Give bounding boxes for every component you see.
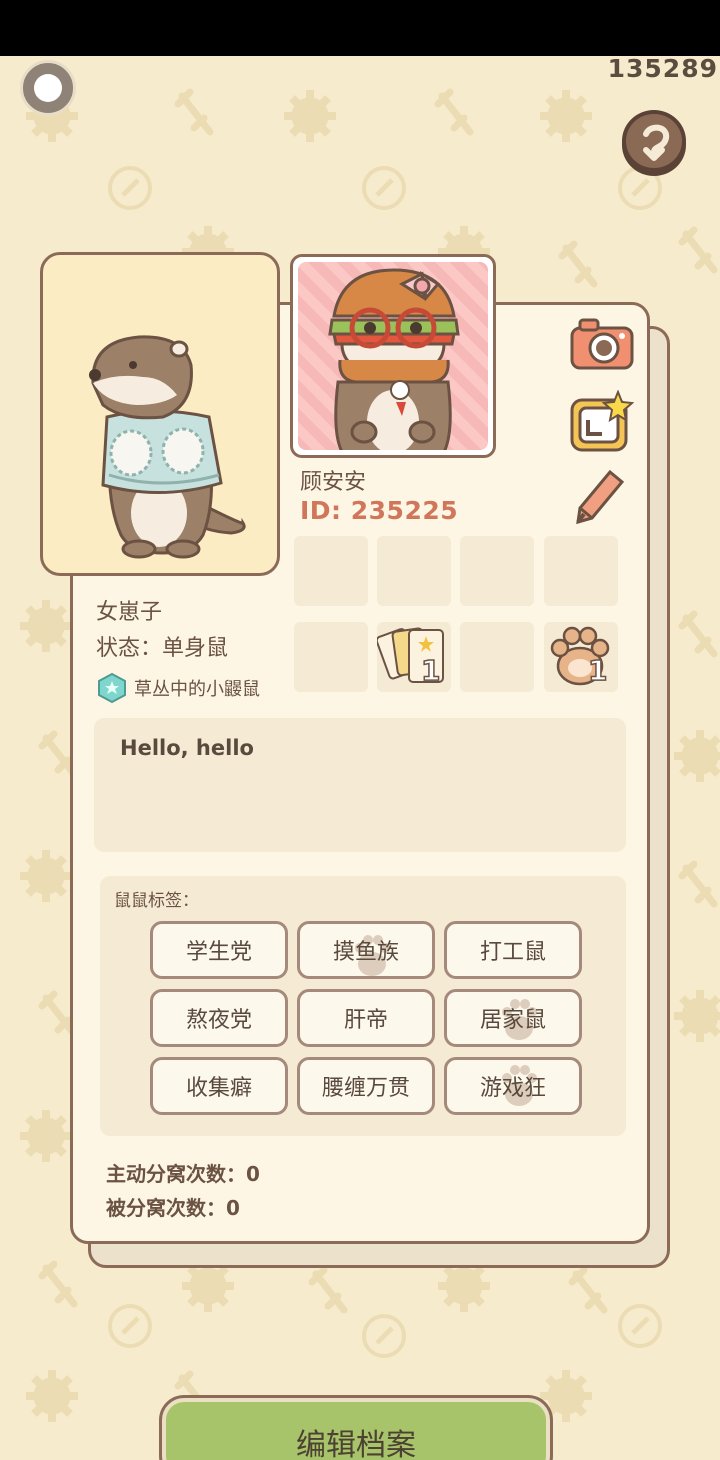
tag-label: 腰缠万贯 [321, 1076, 410, 1101]
badge-slot-cards[interactable]: 1 [375, 622, 451, 692]
tag-button[interactable]: 收集癖 [150, 1057, 288, 1115]
relationship-status: 状态：单身鼠 [96, 630, 228, 662]
back-arrow-icon [643, 124, 670, 161]
badge-slot[interactable] [294, 536, 368, 606]
tag-button[interactable]: 打工鼠 [444, 921, 582, 979]
badge-slot-paw[interactable]: 1 [544, 622, 618, 692]
badge-slot[interactable] [544, 536, 618, 606]
system-status-bar [0, 0, 720, 56]
status-label: 状态： [96, 636, 163, 661]
badge-slot[interactable] [460, 622, 534, 692]
tag-button[interactable]: 学生党 [150, 921, 288, 979]
tag-label: 熬夜党 [185, 1008, 252, 1033]
burger-otter-avatar-image [328, 268, 460, 450]
user-id: ID: 235225 [300, 496, 459, 525]
character-portrait[interactable] [40, 252, 280, 576]
paw-count: 1 [587, 653, 608, 688]
nickname: 顾安安 [300, 470, 367, 495]
active-split-count: 主动分窝次数：0 [106, 1162, 260, 1186]
back-button[interactable] [622, 110, 686, 172]
tag-label: 学生党 [185, 940, 252, 965]
avatar [298, 262, 488, 450]
tag-label: 居家鼠 [479, 1008, 546, 1033]
badge-slot[interactable] [294, 622, 368, 692]
tag-label: 打工鼠 [479, 940, 546, 965]
avatar-frame[interactable] [290, 254, 496, 458]
tag-button[interactable]: 熬夜党 [150, 989, 288, 1047]
tag-label: 收集癖 [185, 1076, 252, 1101]
status-value: 单身鼠 [162, 636, 229, 661]
pencil-icon[interactable] [574, 468, 626, 526]
star-badge-icon [98, 672, 126, 704]
passive-split-count: 被分窝次数：0 [106, 1196, 240, 1220]
tag-button[interactable]: 游戏狂 [444, 1057, 582, 1115]
bio-text: Hello, hello [120, 736, 254, 760]
tag-label: 摸鱼族 [332, 940, 399, 965]
tag-button[interactable]: 居家鼠 [444, 989, 582, 1047]
tag-label: 肝帝 [343, 1008, 388, 1033]
record-toggle-icon[interactable] [20, 60, 76, 116]
tag-button[interactable]: 肝帝 [297, 989, 435, 1047]
title-badge[interactable]: 草丛中的小鼹鼠 [96, 672, 260, 704]
top-counter: 135289 [607, 54, 718, 83]
tag-label: 游戏狂 [479, 1076, 546, 1101]
badge-slot[interactable] [460, 536, 534, 606]
otter-character-image [89, 335, 246, 559]
tag-button[interactable]: 腰缠万贯 [297, 1057, 435, 1115]
badge-slot[interactable] [377, 536, 451, 606]
camera-icon[interactable] [568, 314, 636, 374]
gender-label: 女崽子 [96, 600, 163, 625]
tag-button[interactable]: 摸鱼族 [297, 921, 435, 979]
cards-count: 1 [420, 653, 441, 688]
tags-heading: 鼠鼠标签： [114, 891, 199, 911]
edit-profile-button[interactable]: 编辑档案 [162, 1398, 550, 1460]
album-star-icon[interactable] [566, 390, 634, 454]
title-text: 草丛中的小鼹鼠 [134, 679, 260, 700]
